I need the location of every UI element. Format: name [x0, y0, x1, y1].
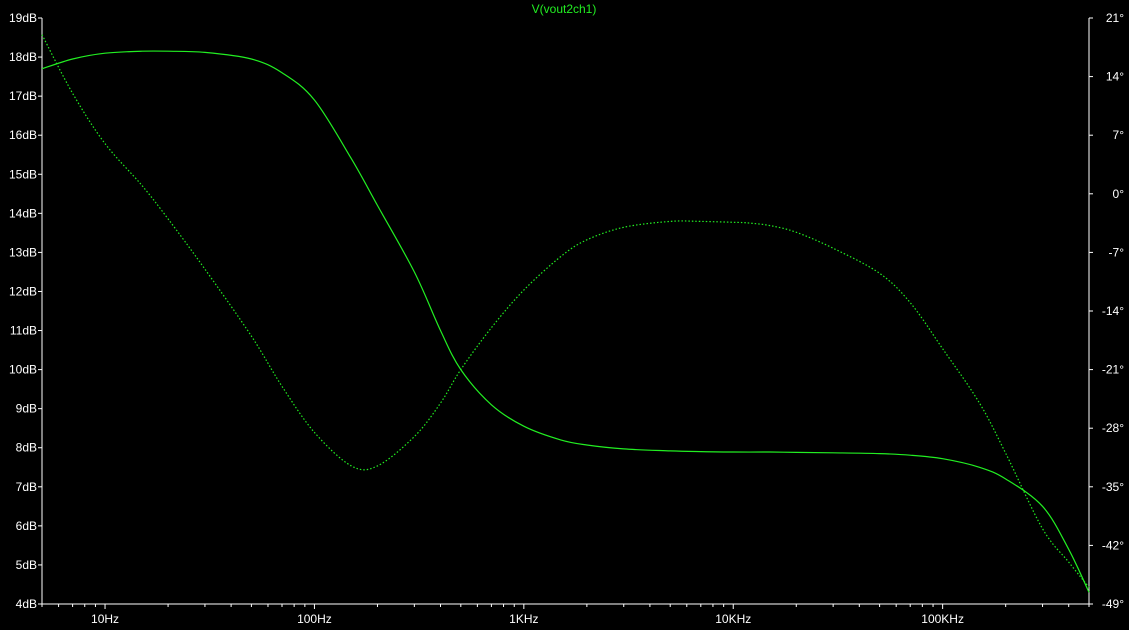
plot-background — [0, 0, 1129, 630]
y-left-tick-label: 9dB — [16, 402, 37, 416]
y-left-tick-label: 14dB — [9, 206, 37, 220]
y-left-tick-label: 13dB — [9, 245, 37, 259]
x-tick-label: 100KHz — [921, 612, 964, 626]
y-left-tick-label: 8dB — [16, 441, 37, 455]
y-left-tick-label: 12dB — [9, 284, 37, 298]
y-left-tick-label: 6dB — [16, 519, 37, 533]
y-right-tick-label: -7° — [1109, 245, 1125, 259]
y-left-tick-label: 5dB — [16, 558, 37, 572]
y-left-tick-label: 19dB — [9, 11, 37, 25]
y-right-tick-label: -35° — [1102, 480, 1124, 494]
x-tick-label: 10Hz — [91, 612, 119, 626]
chart-title: V(vout2ch1) — [532, 2, 597, 16]
y-right-tick-label: -28° — [1102, 421, 1124, 435]
y-right-tick-label: -21° — [1102, 363, 1124, 377]
y-left-tick-label: 10dB — [9, 363, 37, 377]
y-left-tick-label: 17dB — [9, 89, 37, 103]
y-right-tick-label: -49° — [1102, 597, 1124, 611]
y-right-tick-label: 7° — [1113, 128, 1125, 142]
y-right-tick-label: 14° — [1106, 70, 1124, 84]
y-left-tick-label: 4dB — [16, 597, 37, 611]
y-left-tick-label: 15dB — [9, 167, 37, 181]
y-left-tick-label: 18dB — [9, 50, 37, 64]
y-right-tick-label: -14° — [1102, 304, 1124, 318]
x-tick-label: 10KHz — [715, 612, 751, 626]
y-right-tick-label: 0° — [1113, 187, 1125, 201]
bode-plot: V(vout2ch1) 4dB 5dB 6dB 7dB 8dB 9dB 10dB 11dB 12… — [0, 0, 1129, 630]
x-tick-label: 100Hz — [297, 612, 332, 626]
y-right-tick-label: 21° — [1106, 11, 1124, 25]
y-right-tick-label: -42° — [1102, 538, 1124, 552]
y-left-tick-label: 11dB — [10, 324, 37, 338]
y-left-tick-label: 7dB — [16, 480, 37, 494]
x-tick-label: 1KHz — [509, 612, 538, 626]
y-left-tick-label: 16dB — [9, 128, 37, 142]
